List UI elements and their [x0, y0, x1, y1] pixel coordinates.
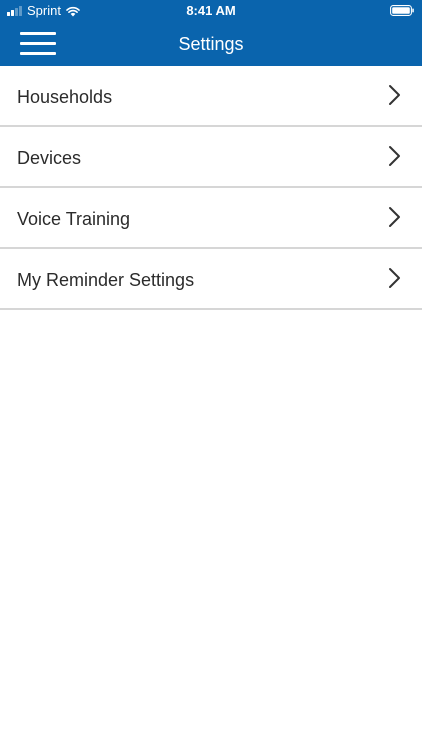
- status-bar: Sprint 8:41 AM: [0, 0, 422, 22]
- settings-item-devices[interactable]: Devices: [0, 127, 422, 188]
- settings-item-reminder-settings[interactable]: My Reminder Settings: [0, 249, 422, 310]
- status-time: 8:41 AM: [186, 3, 236, 18]
- chevron-right-icon: [389, 207, 400, 227]
- nav-bar: Settings: [0, 22, 422, 66]
- settings-list: Households Devices Voice Training My Rem…: [0, 66, 422, 310]
- settings-item-households[interactable]: Households: [0, 66, 422, 127]
- settings-item-voice-training[interactable]: Voice Training: [0, 188, 422, 249]
- chevron-right-icon: [389, 85, 400, 105]
- settings-item-label: Households: [17, 87, 113, 107]
- settings-item-label: Devices: [17, 148, 82, 168]
- chevron-right-icon: [389, 146, 400, 166]
- settings-item-label: My Reminder Settings: [17, 270, 195, 290]
- page-title: Settings: [178, 34, 244, 54]
- settings-item-label: Voice Training: [17, 209, 131, 229]
- chevron-right-icon: [389, 268, 400, 288]
- battery-icon: [390, 5, 414, 16]
